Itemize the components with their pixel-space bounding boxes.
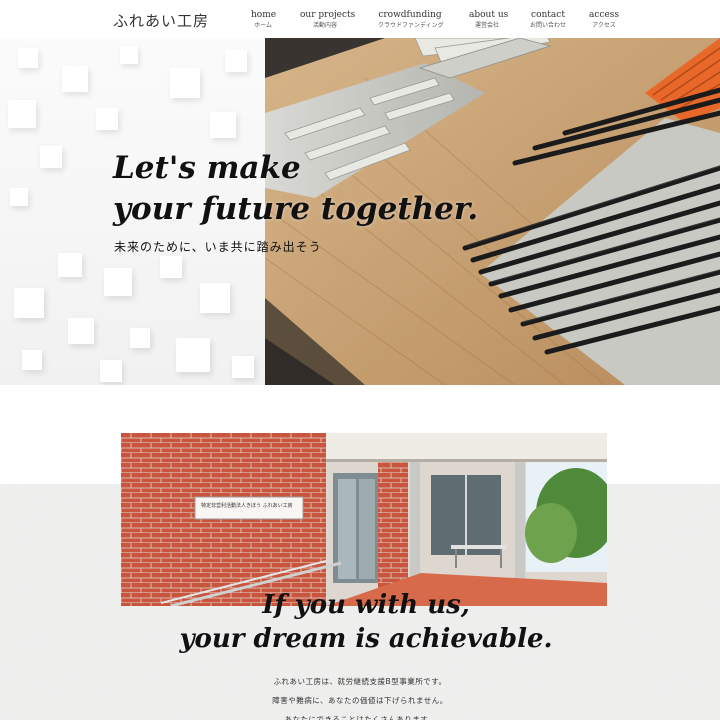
nav-access-sublabel: アクセス bbox=[592, 22, 616, 29]
nav-home[interactable]: home ホーム bbox=[251, 9, 277, 30]
decorative-cube bbox=[225, 50, 247, 72]
decorative-cube bbox=[22, 350, 42, 370]
nav-about-us-sublabel: 運営会社 bbox=[474, 22, 499, 29]
cta-headline: If you with us, your dream is achievable… bbox=[0, 588, 720, 656]
decorative-cube bbox=[62, 66, 88, 92]
decorative-cube bbox=[130, 328, 150, 348]
decorative-cube bbox=[176, 338, 210, 372]
cta-headline-line1: If you with us, bbox=[262, 590, 470, 620]
decorative-cube bbox=[104, 268, 132, 296]
nav-about-us[interactable]: about us 運営会社 bbox=[469, 9, 509, 30]
intro-line: 障害や難病に、あなたの価値は下げられません。 bbox=[272, 696, 448, 705]
nav-crowdfunding-label: crowdfunding bbox=[378, 10, 442, 20]
main-nav: home ホーム our projects 活動内容 crowdfunding … bbox=[0, 9, 720, 35]
decorative-cube bbox=[8, 100, 36, 128]
decorative-cube bbox=[68, 318, 94, 344]
decorative-cube bbox=[14, 288, 44, 318]
nav-access[interactable]: access アクセス bbox=[589, 9, 619, 30]
building-sign: 特定非営利活動法人きぼう ふれあい工房 bbox=[201, 503, 293, 509]
nav-our-projects[interactable]: our projects 活動内容 bbox=[300, 9, 356, 30]
nav-our-projects-sublabel: 活動内容 bbox=[312, 22, 337, 29]
nav-crowdfunding[interactable]: crowdfunding クラウドファンディング bbox=[378, 9, 444, 30]
nav-contact-label: contact bbox=[531, 10, 565, 20]
decorative-cube bbox=[170, 68, 200, 98]
building-photo: 特定非営利活動法人きぼう ふれあい工房 bbox=[121, 433, 607, 606]
nav-crowdfunding-sublabel: クラウドファンディング bbox=[378, 22, 444, 29]
hero-headline-line2: your future together. bbox=[113, 191, 479, 227]
decorative-cube bbox=[40, 146, 62, 168]
decorative-cube bbox=[58, 253, 82, 277]
decorative-cube bbox=[120, 46, 138, 64]
nav-home-label: home bbox=[251, 10, 277, 20]
nav-contact[interactable]: contact お問い合わせ bbox=[530, 9, 566, 30]
hero-headline-line1: Let's make bbox=[113, 150, 301, 186]
nav-access-label: access bbox=[589, 10, 620, 20]
decorative-cube bbox=[10, 188, 28, 206]
decorative-cube bbox=[18, 48, 38, 68]
nav-our-projects-label: our projects bbox=[300, 10, 356, 20]
site-header: ふれあい工房 home ホーム our projects 活動内容 crowdf… bbox=[0, 0, 720, 38]
intro-line: あなたにできることはたくさんあります。 bbox=[284, 715, 436, 720]
decorative-cube bbox=[100, 360, 122, 382]
hero-subheading: 未来のために、いま共に踏み出そう bbox=[114, 240, 322, 254]
decorative-cube bbox=[210, 112, 236, 138]
building-photo-graphic bbox=[121, 433, 607, 606]
nav-home-sublabel: ホーム bbox=[254, 22, 272, 29]
decorative-cube bbox=[160, 256, 182, 278]
cta-headline-line2: your dream is achievable. bbox=[179, 624, 553, 654]
decorative-cube bbox=[200, 283, 230, 313]
hero-headline: Let's make your future together. bbox=[113, 148, 478, 230]
decorative-cube bbox=[232, 356, 254, 378]
nav-about-us-label: about us bbox=[469, 10, 509, 20]
intro-line: ふれあい工房は、就労継続支援B型事業所です。 bbox=[273, 677, 447, 686]
intro-text: ふれあい工房は、就労継続支援B型事業所です。 障害や難病に、あなたの価値は下げら… bbox=[0, 672, 720, 720]
nav-contact-sublabel: お問い合わせ bbox=[530, 22, 567, 29]
decorative-cube bbox=[96, 108, 118, 130]
